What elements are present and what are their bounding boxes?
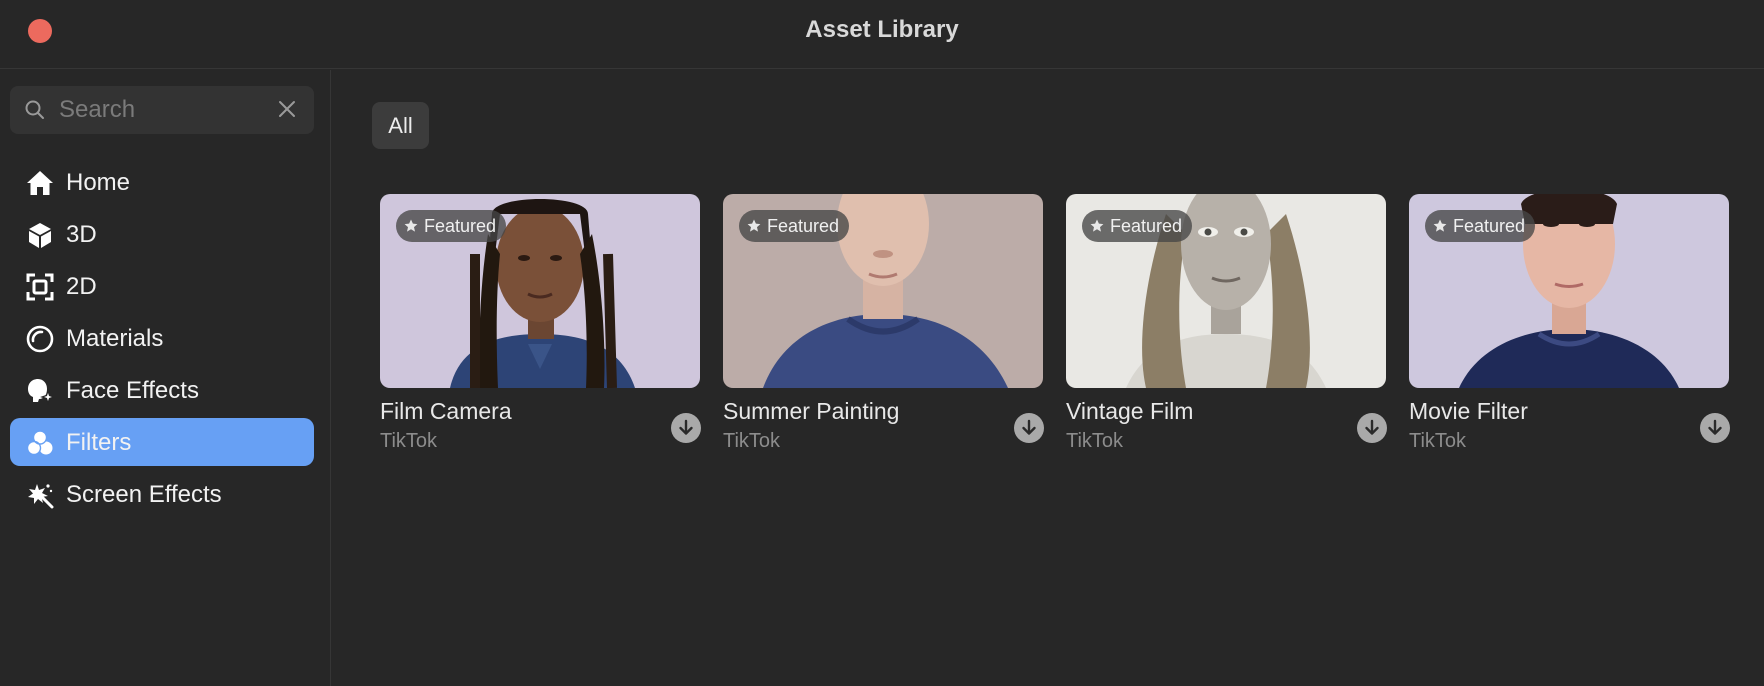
asset-author: TikTok: [1066, 430, 1124, 452]
filter-chip-all[interactable]: All: [372, 102, 429, 149]
search-input[interactable]: [59, 94, 269, 126]
sidebar: Home 3D 2D: [0, 70, 331, 686]
download-button[interactable]: [1014, 413, 1044, 443]
featured-badge: Featured: [396, 210, 507, 242]
asset-thumbnail[interactable]: Featured: [1409, 194, 1729, 388]
face-effects-icon: [28, 379, 54, 405]
asset-thumbnail[interactable]: Featured: [1066, 194, 1386, 388]
main-content: All Featured Film Camera TikTok Featured…: [332, 70, 1764, 686]
asset-thumbnail[interactable]: Featured: [723, 194, 1043, 388]
star-icon: [747, 219, 761, 232]
sidebar-item-filters[interactable]: Filters: [10, 418, 314, 466]
badge-label: Featured: [1453, 215, 1526, 236]
sidebar-item-label: Face Effects: [66, 377, 199, 404]
download-icon: [679, 419, 693, 435]
sidebar-item-label: 2D: [66, 273, 97, 300]
asset-title: Movie Filter: [1409, 398, 1528, 424]
sidebar-item-screen-effects[interactable]: Screen Effects: [10, 470, 314, 518]
featured-badge: Featured: [739, 210, 850, 242]
asset-card[interactable]: Featured Vintage Film TikTok: [1066, 194, 1387, 464]
search-box[interactable]: [10, 86, 314, 134]
asset-title: Summer Painting: [723, 398, 900, 424]
badge-label: Featured: [767, 215, 840, 236]
screen-effects-icon: [28, 484, 54, 509]
asset-library-window: Asset Library Home: [0, 0, 1764, 686]
featured-badge: Featured: [1082, 210, 1193, 242]
cube-icon: [29, 223, 51, 248]
star-icon: [1090, 219, 1104, 232]
sidebar-item-face-effects[interactable]: Face Effects: [10, 366, 314, 414]
sidebar-item-label: Filters: [66, 429, 132, 456]
download-button[interactable]: [1357, 413, 1387, 443]
asset-card[interactable]: Featured Movie Filter TikTok: [1409, 194, 1730, 464]
download-icon: [1708, 419, 1722, 435]
filters-icon: [26, 430, 53, 456]
title-bar: Asset Library: [0, 0, 1764, 69]
asset-card[interactable]: Featured Film Camera TikTok: [380, 194, 701, 464]
download-icon: [1365, 419, 1379, 435]
asset-title: Film Camera: [380, 398, 512, 424]
download-button[interactable]: [1700, 413, 1730, 443]
badge-label: Featured: [424, 215, 497, 236]
featured-badge: Featured: [1425, 210, 1536, 242]
sidebar-item-3d[interactable]: 3D: [10, 210, 314, 258]
sidebar-nav: Home 3D 2D Materials Face Effects Filter…: [10, 158, 314, 522]
sidebar-item-materials[interactable]: Materials: [10, 314, 314, 362]
materials-icon: [26, 325, 54, 353]
asset-card[interactable]: Featured Summer Painting TikTok: [723, 194, 1044, 464]
frame-icon: [26, 273, 54, 301]
sidebar-item-label: Materials: [66, 325, 164, 352]
search-icon: [25, 100, 44, 119]
download-button[interactable]: [671, 413, 701, 443]
asset-author: TikTok: [723, 430, 781, 452]
star-icon: [1433, 219, 1447, 232]
asset-author: TikTok: [380, 430, 438, 452]
asset-author: TikTok: [1409, 430, 1467, 452]
clear-search-icon[interactable]: [276, 98, 298, 120]
home-icon: [27, 171, 53, 195]
download-icon: [1022, 419, 1036, 435]
asset-thumbnail[interactable]: Featured: [380, 194, 700, 388]
star-icon: [404, 219, 418, 232]
badge-label: Featured: [1110, 215, 1183, 236]
window-title: Asset Library: [805, 16, 959, 43]
sidebar-item-2d[interactable]: 2D: [10, 262, 314, 310]
sidebar-item-label: Screen Effects: [66, 481, 222, 508]
sidebar-item-label: Home: [66, 169, 131, 196]
sidebar-item-label: 3D: [66, 221, 97, 248]
asset-title: Vintage Film: [1066, 398, 1194, 424]
sidebar-item-home[interactable]: Home: [10, 158, 314, 206]
